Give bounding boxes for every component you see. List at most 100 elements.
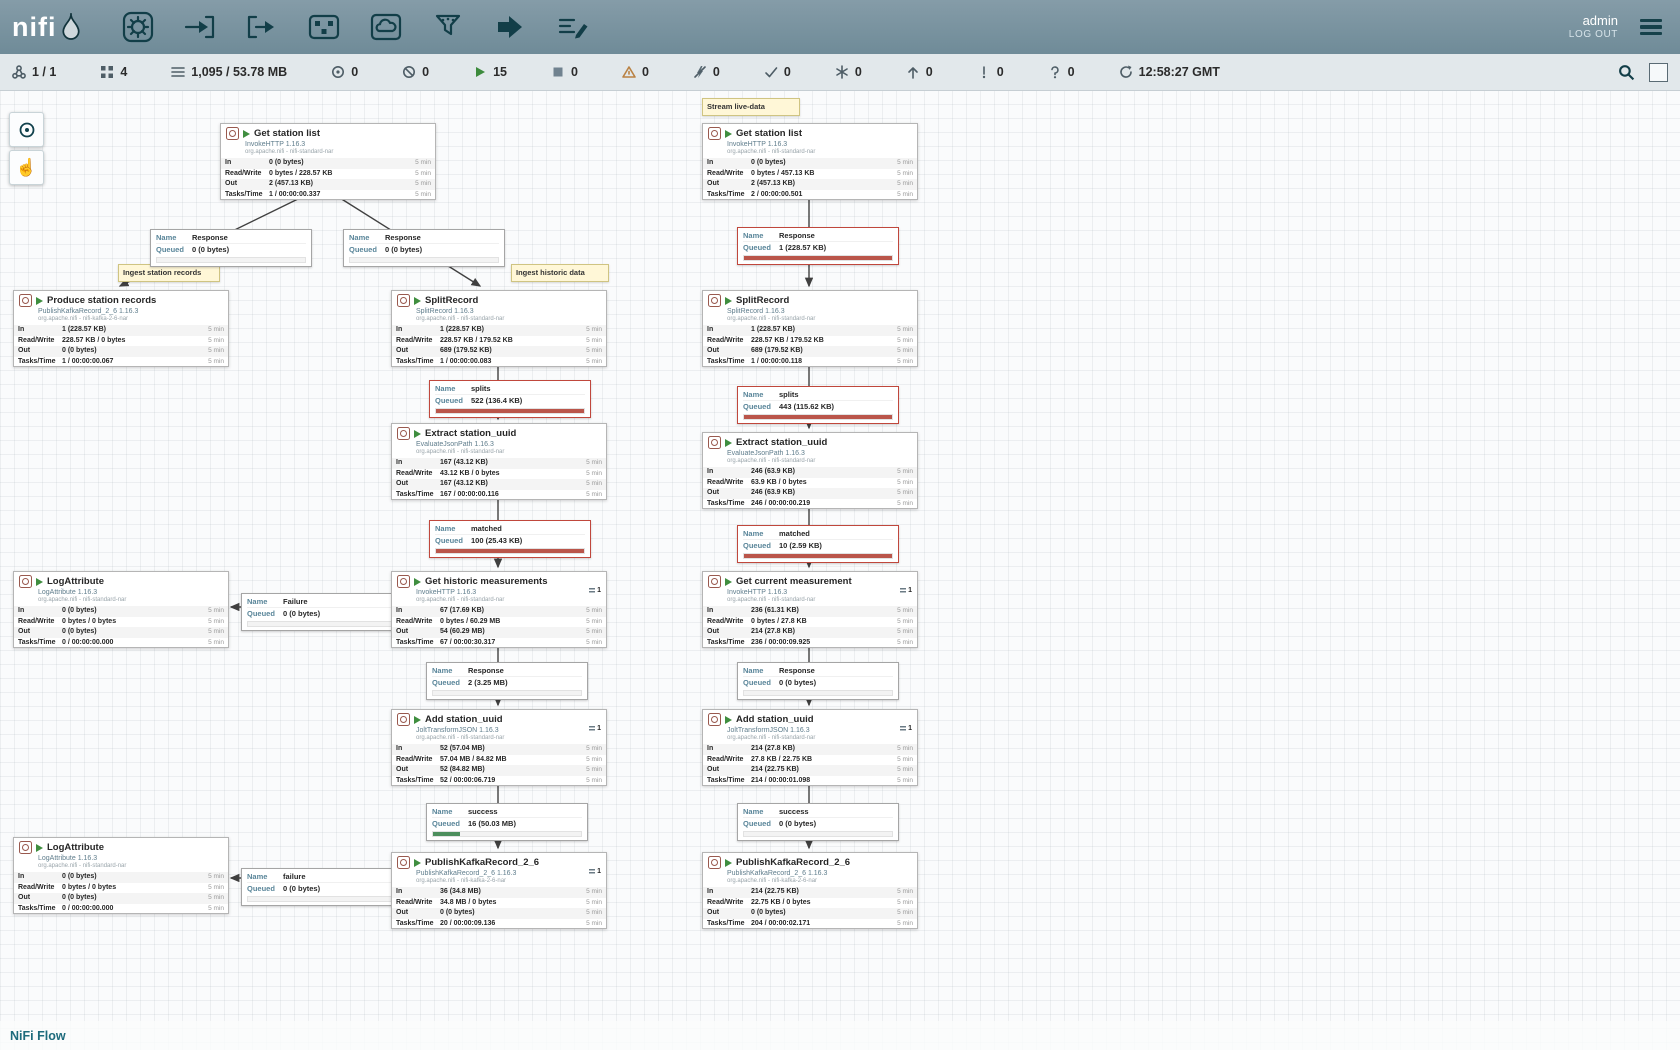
processor-bundle: org.apache.nifi - nifi-standard-nar (392, 449, 606, 456)
stopped-count: 0 (571, 65, 578, 79)
global-menu-button[interactable] (1636, 15, 1666, 40)
stale-count: 0 (926, 65, 933, 79)
stat-value: 20 / 00:00:09.136 (440, 920, 495, 927)
processor[interactable]: Add station_uuid JoltTransformJSON 1.16.… (391, 709, 607, 786)
stat-window: 5 min (586, 776, 602, 787)
connection-label[interactable]: NameResponse Queued1 (228.57 KB) (737, 227, 899, 265)
running-count: 15 (493, 65, 507, 79)
connection-queued-key: Queued (743, 401, 779, 412)
stat-window: 5 min (208, 357, 224, 368)
connection-label[interactable]: Namematched Queued10 (2.59 KB) (737, 525, 899, 563)
processor[interactable]: Extract station_uuid EvaluateJsonPath 1.… (391, 423, 607, 500)
stat-label: Read/Write (396, 617, 440, 628)
stat-row: Tasks/Time1 / 00:00:00.337 5 min (221, 190, 435, 201)
stat-window: 5 min (208, 872, 224, 883)
stat-value: 246 / 00:00:00.219 (751, 500, 810, 507)
connection-label[interactable]: NameResponse Queued2 (3.25 MB) (426, 662, 588, 700)
processor[interactable]: PublishKafkaRecord_2_6 PublishKafkaRecor… (391, 852, 607, 929)
connection-label[interactable]: NameResponse Queued0 (0 bytes) (150, 229, 312, 267)
connection-label[interactable]: Namesplits Queued443 (115.62 KB) (737, 386, 899, 424)
stat-window: 5 min (897, 627, 913, 638)
stat-row: Tasks/Time204 / 00:00:02.171 5 min (703, 919, 917, 930)
processor[interactable]: LogAttribute LogAttribute 1.16.3 org.apa… (13, 837, 229, 914)
processor[interactable]: Get historic measurements InvokeHTTP 1.1… (391, 571, 607, 648)
connection-label[interactable]: Namesplits Queued522 (136.4 KB) (429, 380, 591, 418)
processor[interactable]: Add station_uuid JoltTransformJSON 1.16.… (702, 709, 918, 786)
remote-process-group-icon[interactable] (367, 8, 405, 46)
refresh-status[interactable]: 12:58:27 GMT (1119, 65, 1220, 79)
processor-type: PublishKafkaRecord_2_6 1.16.3 (703, 870, 917, 878)
stat-window: 5 min (586, 606, 602, 617)
connection-name-value: Response (385, 233, 421, 242)
panel-toggle-button[interactable] (1649, 63, 1668, 82)
connection-label[interactable]: Namesuccess Queued0 (0 bytes) (737, 803, 899, 841)
stat-window: 5 min (897, 325, 913, 336)
processor[interactable]: Produce station records PublishKafkaReco… (13, 290, 229, 367)
stat-label: Read/Write (396, 336, 440, 347)
stat-window: 5 min (586, 325, 602, 336)
threads-mini-icon (900, 726, 906, 732)
connection-label[interactable]: Namefailure Queued0 (0 bytes) (241, 868, 403, 906)
queued-status: 1,095 / 53.78 MB (171, 65, 287, 79)
disabled-count: 0 (713, 65, 720, 79)
processor-stats: In0 (0 bytes) 5 min Read/Write0 bytes / … (14, 606, 228, 648)
refresh-icon[interactable] (1119, 65, 1133, 79)
logout-link[interactable]: LOG OUT (1569, 29, 1618, 42)
connection-label[interactable]: NameResponse Queued0 (0 bytes) (737, 662, 899, 700)
connection-queued-key: Queued (247, 883, 283, 894)
stat-row: Read/Write22.75 KB / 0 bytes 5 min (703, 898, 917, 909)
processor[interactable]: SplitRecord SplitRecord 1.16.3 org.apach… (391, 290, 607, 367)
processor-name: PublishKafkaRecord_2_6 (425, 857, 539, 868)
stat-value: 57.04 MB / 84.82 MB (440, 756, 507, 763)
flow-canvas[interactable]: ☝ Stream live-data Ingest station record… (0, 90, 1680, 1050)
connection-label[interactable]: NameFailure Queued0 (0 bytes) (241, 593, 403, 631)
breadcrumb[interactable]: NiFi Flow (10, 1029, 66, 1043)
canvas-label[interactable]: Stream live-data (702, 98, 800, 116)
connection-queued-value: 0 (0 bytes) (192, 245, 229, 254)
stat-row: Out689 (179.52 KB) 5 min (392, 346, 606, 357)
connection-label[interactable]: Namesuccess Queued16 (50.03 MB) (426, 803, 588, 841)
processor-type: LogAttribute 1.16.3 (14, 589, 228, 597)
operate-palette-toggle[interactable]: ☝ (9, 150, 44, 185)
stat-value: 0 bytes / 0 bytes (62, 618, 116, 625)
connection-label[interactable]: Namematched Queued100 (25.43 KB) (429, 520, 591, 558)
output-port-icon[interactable] (243, 8, 281, 46)
stat-window: 5 min (586, 479, 602, 490)
processor[interactable]: PublishKafkaRecord_2_6 PublishKafkaRecor… (702, 852, 918, 929)
processor-bundle: org.apache.nifi - nifi-standard-nar (14, 597, 228, 604)
template-icon[interactable] (491, 8, 529, 46)
backpressure-bar (156, 257, 306, 263)
stat-row: Read/Write34.8 MB / 0 bytes 5 min (392, 898, 606, 909)
processor[interactable]: Extract station_uuid EvaluateJsonPath 1.… (702, 432, 918, 509)
processor-bundle: org.apache.nifi - nifi-standard-nar (221, 149, 435, 156)
processor-bundle: org.apache.nifi - nifi-kafka-2-6-nar (703, 878, 917, 885)
processor-icon[interactable] (119, 8, 157, 46)
stat-window: 5 min (208, 346, 224, 357)
processor[interactable]: Get station list InvokeHTTP 1.16.3 org.a… (220, 123, 436, 200)
search-icon[interactable] (1618, 64, 1635, 81)
stat-row: Read/Write57.04 MB / 84.82 MB 5 min (392, 755, 606, 766)
processor-name: LogAttribute (47, 842, 104, 853)
navigate-palette-toggle[interactable] (9, 112, 44, 147)
stat-value: 52 (57.04 MB) (440, 745, 485, 752)
stat-label: Tasks/Time (225, 190, 269, 201)
processor[interactable]: Get current measurement InvokeHTTP 1.16.… (702, 571, 918, 648)
stat-label: Out (396, 627, 440, 638)
connection-queued-key: Queued (743, 540, 779, 551)
stat-value: 0 (0 bytes) (62, 347, 97, 354)
funnel-icon[interactable] (429, 8, 467, 46)
logo-drop-icon (59, 11, 83, 43)
canvas-label[interactable]: Ingest historic data (511, 264, 609, 282)
connection-label[interactable]: NameResponse Queued0 (0 bytes) (343, 229, 505, 267)
label-icon[interactable] (553, 8, 591, 46)
processor[interactable]: LogAttribute LogAttribute 1.16.3 org.apa… (13, 571, 229, 648)
transmitting-count: 0 (351, 65, 358, 79)
process-group-icon[interactable] (305, 8, 343, 46)
stat-value: 0 / 00:00:00.000 (62, 639, 113, 646)
processor-stats: In52 (57.04 MB) 5 min Read/Write57.04 MB… (392, 744, 606, 786)
processor[interactable]: SplitRecord SplitRecord 1.16.3 org.apach… (702, 290, 918, 367)
processor[interactable]: Get station list InvokeHTTP 1.16.3 org.a… (702, 123, 918, 200)
input-port-icon[interactable] (181, 8, 219, 46)
processor-type-icon (708, 294, 721, 307)
stat-label: Read/Write (18, 883, 62, 894)
